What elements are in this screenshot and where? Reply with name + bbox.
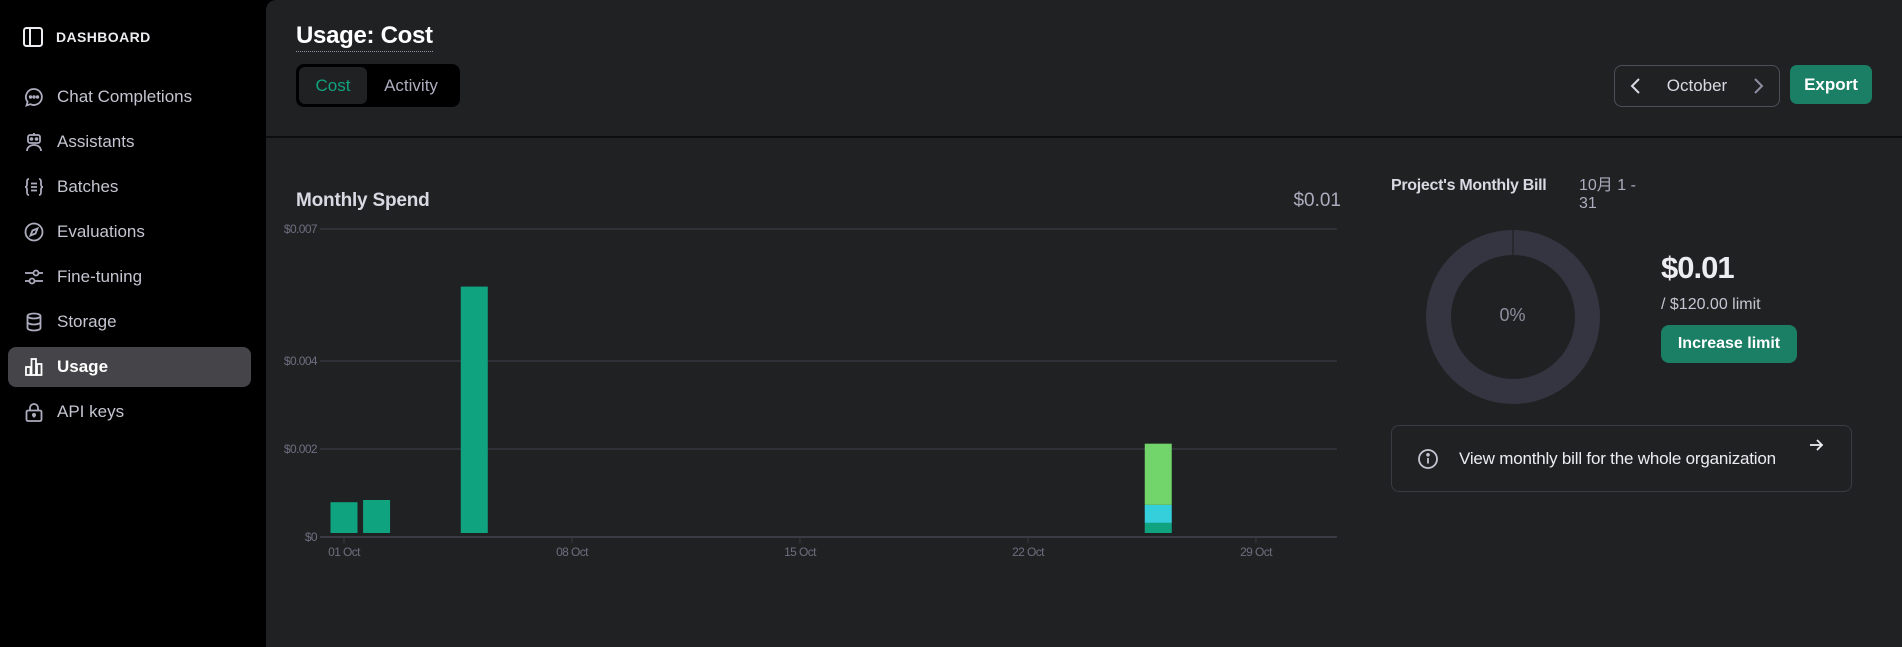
sidebar-item-label: Chat Completions [57, 87, 193, 106]
compass-icon [24, 222, 44, 242]
sidebar-item-assistants[interactable]: Assistants [8, 122, 251, 162]
monthly-bill-date-range: 10月 1 - 31 [1579, 177, 1636, 212]
sidebar-item-label: API keys [57, 402, 125, 421]
monthly-spend-chart: $0 $0.002 $0.004 $0.007 01 Oct 08 Oct 15 Oct 22… [284, 222, 1337, 559]
braces-list-icon [24, 178, 44, 196]
bill-limit: / $120.00 limit [1661, 296, 1761, 313]
month-picker: October [1614, 65, 1780, 107]
chat-bubble-icon [25, 88, 43, 107]
bar-series-a-oct-26 [1144, 522, 1172, 533]
lock-icon [25, 403, 43, 422]
org-bill-link-label: View monthly bill for the whole organiza… [1459, 448, 1776, 468]
sliders-icon [25, 269, 43, 285]
robot-icon [26, 133, 42, 152]
y-tick-label: $0.007 [284, 222, 318, 236]
bar-series-a-oct-2 [363, 500, 391, 533]
bill-amount: $0.01 [1661, 250, 1735, 285]
export-button[interactable]: Export [1790, 65, 1872, 104]
info-icon [1418, 448, 1438, 469]
dashboard-brand[interactable]: DASHBOARD [22, 26, 151, 48]
sidebar-item-label: Assistants [57, 132, 135, 151]
chevron-left-icon[interactable] [1625, 75, 1647, 97]
month-label: October [1666, 76, 1728, 95]
database-icon [26, 312, 42, 332]
sidebar: DASHBOARD Chat Completions Assistants Ba… [0, 0, 266, 647]
sidebar-panel-icon [23, 27, 43, 47]
x-tick-label: 22 Oct [1012, 545, 1045, 559]
bar-series-c-oct-26 [1144, 443, 1172, 505]
sidebar-item-label: Storage [57, 312, 117, 331]
x-tick-label: 29 Oct [1240, 545, 1273, 559]
sidebar-item-api-keys[interactable]: API keys [8, 392, 251, 432]
increase-limit-button[interactable]: Increase limit [1661, 325, 1797, 363]
sidebar-item-storage[interactable]: Storage [8, 302, 251, 342]
donut-percent-label: 0% [1499, 305, 1526, 325]
sidebar-item-label: Usage [57, 357, 109, 376]
bar-series-a-oct-5 [460, 286, 488, 533]
sidebar-item-usage[interactable]: Usage [8, 347, 251, 387]
y-tick-label: $0.004 [284, 354, 318, 368]
bar-chart-icon [25, 358, 43, 376]
x-tick-label: 08 Oct [556, 545, 589, 559]
chevron-right-icon[interactable] [1747, 75, 1769, 97]
y-tick-label: $0.002 [284, 442, 318, 456]
main-panel: Usage: Cost Cost Activity October Export… [266, 0, 1902, 647]
sidebar-item-label: Evaluations [57, 222, 145, 241]
arrow-right-icon [1810, 439, 1824, 451]
dashboard-label: DASHBOARD [56, 29, 151, 45]
bar-series-a-oct-1 [330, 502, 358, 533]
org-bill-link[interactable]: View monthly bill for the whole organiza… [1391, 425, 1852, 492]
x-tick-label: 01 Oct [328, 545, 361, 559]
bar-series-b-oct-26 [1144, 504, 1172, 523]
sidebar-item-batches[interactable]: Batches [8, 167, 251, 207]
sidebar-item-fine-tuning[interactable]: Fine-tuning [8, 257, 251, 297]
sidebar-item-label: Fine-tuning [57, 267, 143, 286]
monthly-bill-title: Project's Monthly Bill [1391, 177, 1547, 194]
sidebar-item-evaluations[interactable]: Evaluations [8, 212, 251, 252]
y-tick-label: $0 [305, 530, 318, 544]
sidebar-nav: Chat Completions Assistants Batches Eval… [8, 77, 251, 437]
x-tick-label: 15 Oct [784, 545, 817, 559]
sidebar-item-label: Batches [57, 177, 119, 196]
sidebar-item-chat-completions[interactable]: Chat Completions [8, 77, 251, 117]
